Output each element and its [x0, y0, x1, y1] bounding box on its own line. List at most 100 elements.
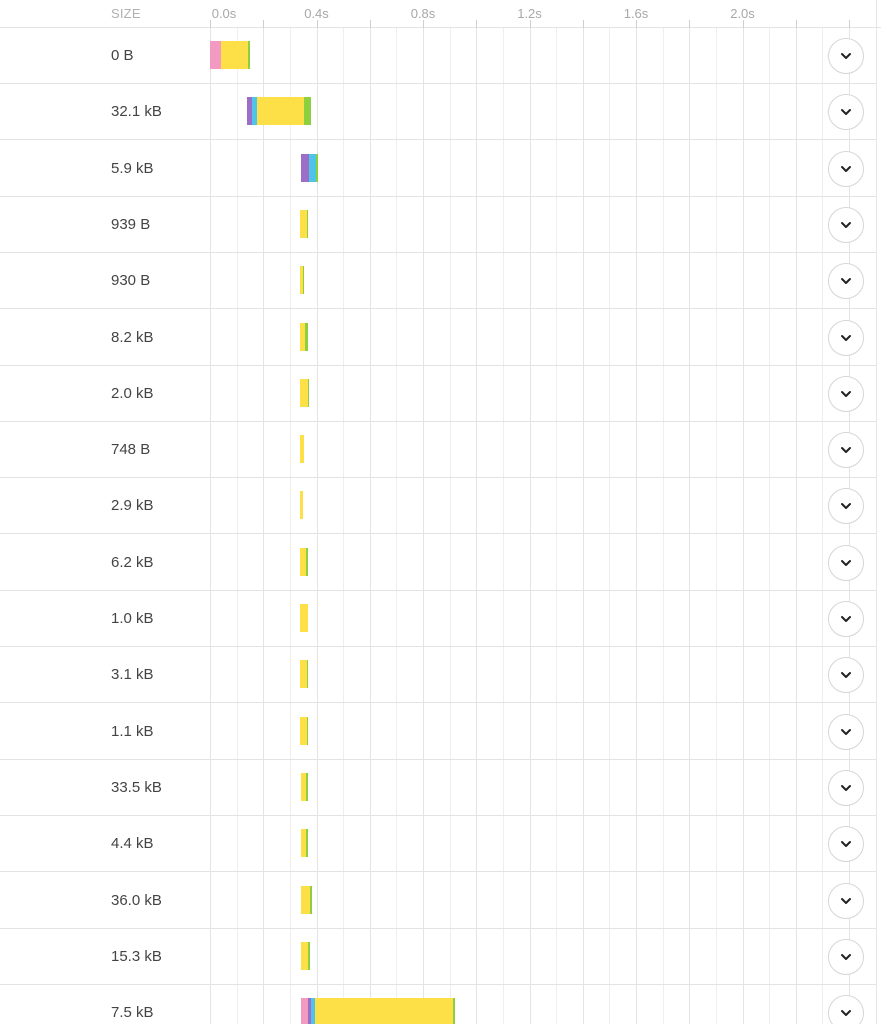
- timing-bar[interactable]: [300, 209, 308, 238]
- size-cell: 2.0 kB: [111, 384, 154, 402]
- request-row[interactable]: 6.2 kB: [0, 535, 876, 591]
- request-row[interactable]: 15.3 kB: [0, 929, 876, 985]
- expand-row-button[interactable]: [828, 319, 864, 356]
- request-row[interactable]: 4.4 kB: [0, 816, 876, 873]
- size-cell: 4.4 kB: [111, 835, 154, 853]
- timeline-header: SIZE 0.0s 0.4s 0.8s 1.2s 1.6s 2.0s: [0, 0, 881, 28]
- timing-segment-wait: [300, 378, 308, 407]
- timing-bar[interactable]: [300, 491, 303, 520]
- timing-segment-wait: [300, 660, 307, 689]
- chevron-down-icon: [841, 165, 851, 172]
- request-row[interactable]: 1.0 kB: [0, 591, 876, 647]
- request-row[interactable]: 32.1 kB: [0, 84, 876, 141]
- request-row[interactable]: 7.5 kB: [0, 985, 876, 1024]
- timing-bar[interactable]: [300, 660, 308, 689]
- chevron-down-icon: [841, 503, 851, 510]
- expand-row-button[interactable]: [828, 657, 864, 694]
- request-row[interactable]: 33.5 kB: [0, 760, 876, 816]
- timing-segment-wait: [300, 435, 304, 464]
- tick-mark: [849, 20, 850, 28]
- size-cell: 2.9 kB: [111, 497, 154, 515]
- panel-border: [876, 0, 877, 1024]
- expand-row-button[interactable]: [828, 432, 864, 469]
- request-row[interactable]: 5.9 kB: [0, 141, 876, 197]
- tick-label: 1.2s: [517, 6, 542, 21]
- expand-row-button[interactable]: [828, 769, 864, 806]
- timing-bar[interactable]: [301, 772, 308, 801]
- timing-segment-receive: [453, 998, 455, 1024]
- chevron-down-icon: [841, 616, 851, 622]
- timing-segment-receive: [307, 716, 308, 745]
- chevron-down-icon: [841, 390, 851, 397]
- timing-segment-receive: [304, 97, 311, 126]
- tick-mark: [423, 20, 424, 28]
- size-cell: 748 B: [111, 441, 151, 459]
- expand-row-button[interactable]: [828, 488, 864, 525]
- chevron-down-icon: [841, 1010, 851, 1017]
- expand-row-button[interactable]: [828, 882, 864, 919]
- request-row[interactable]: 1.1 kB: [0, 704, 876, 760]
- chevron-down-icon: [841, 897, 851, 904]
- timing-bar[interactable]: [300, 266, 304, 295]
- request-row[interactable]: 939 B: [0, 197, 876, 253]
- tick-mark: [317, 20, 318, 28]
- tick-mark: [796, 20, 797, 28]
- timing-bar[interactable]: [301, 885, 312, 914]
- request-row[interactable]: 3.1 kB: [0, 647, 876, 704]
- chevron-down-icon: [841, 953, 851, 960]
- size-cell: 939 B: [111, 215, 151, 233]
- expand-row-button[interactable]: [828, 206, 864, 243]
- timing-segment-dns: [301, 153, 309, 182]
- timing-segment-receive: [310, 885, 312, 914]
- tick-mark: [210, 20, 211, 28]
- request-row[interactable]: 2.9 kB: [0, 478, 876, 535]
- chevron-down-icon: [841, 221, 851, 228]
- expand-row-button[interactable]: [828, 150, 864, 187]
- timing-segment-wait: [300, 716, 307, 745]
- expand-row-button[interactable]: [828, 938, 864, 975]
- timing-bar[interactable]: [210, 41, 250, 69]
- expand-row-button[interactable]: [828, 995, 864, 1024]
- expand-row-button[interactable]: [828, 713, 864, 750]
- chevron-down-icon: [841, 784, 851, 791]
- expand-row-button[interactable]: [828, 94, 864, 131]
- timing-segment-blocked: [301, 998, 308, 1024]
- request-row[interactable]: 748 B: [0, 422, 876, 479]
- timing-segment-wait: [315, 998, 453, 1024]
- request-row[interactable]: 0 B: [0, 28, 876, 84]
- chevron-down-icon: [841, 109, 851, 116]
- request-row[interactable]: 2.0 kB: [0, 366, 876, 422]
- timing-bar[interactable]: [300, 435, 304, 464]
- tick-mark: [476, 20, 477, 28]
- timing-segment-receive: [316, 153, 318, 182]
- tick-mark: [263, 20, 264, 28]
- expand-row-button[interactable]: [828, 38, 864, 74]
- timing-bar[interactable]: [300, 322, 308, 351]
- expand-row-button[interactable]: [828, 263, 864, 300]
- size-cell: 6.2 kB: [111, 553, 154, 571]
- request-row[interactable]: 36.0 kB: [0, 873, 876, 929]
- expand-row-button[interactable]: [828, 601, 864, 637]
- expand-row-button[interactable]: [828, 826, 864, 863]
- timing-bar[interactable]: [300, 547, 308, 576]
- tick-mark: [370, 20, 371, 28]
- timing-bar[interactable]: [301, 941, 310, 970]
- timing-bar[interactable]: [300, 378, 309, 407]
- timing-segment-receive: [308, 378, 309, 407]
- timing-segment-blocked: [210, 41, 221, 69]
- timing-bar[interactable]: [301, 829, 308, 858]
- size-cell: 3.1 kB: [111, 666, 154, 684]
- timing-bar[interactable]: [300, 716, 308, 745]
- chevron-down-icon: [841, 53, 851, 59]
- timing-bar[interactable]: [301, 153, 318, 182]
- request-row[interactable]: 930 B: [0, 253, 876, 310]
- chevron-down-icon: [841, 447, 851, 454]
- expand-row-button[interactable]: [828, 375, 864, 412]
- chevron-down-icon: [841, 334, 851, 341]
- timing-bar[interactable]: [247, 97, 311, 126]
- tick-mark: [743, 20, 744, 28]
- expand-row-button[interactable]: [828, 544, 864, 581]
- request-row[interactable]: 8.2 kB: [0, 310, 876, 366]
- timing-bar[interactable]: [301, 998, 455, 1024]
- timing-bar[interactable]: [300, 604, 308, 632]
